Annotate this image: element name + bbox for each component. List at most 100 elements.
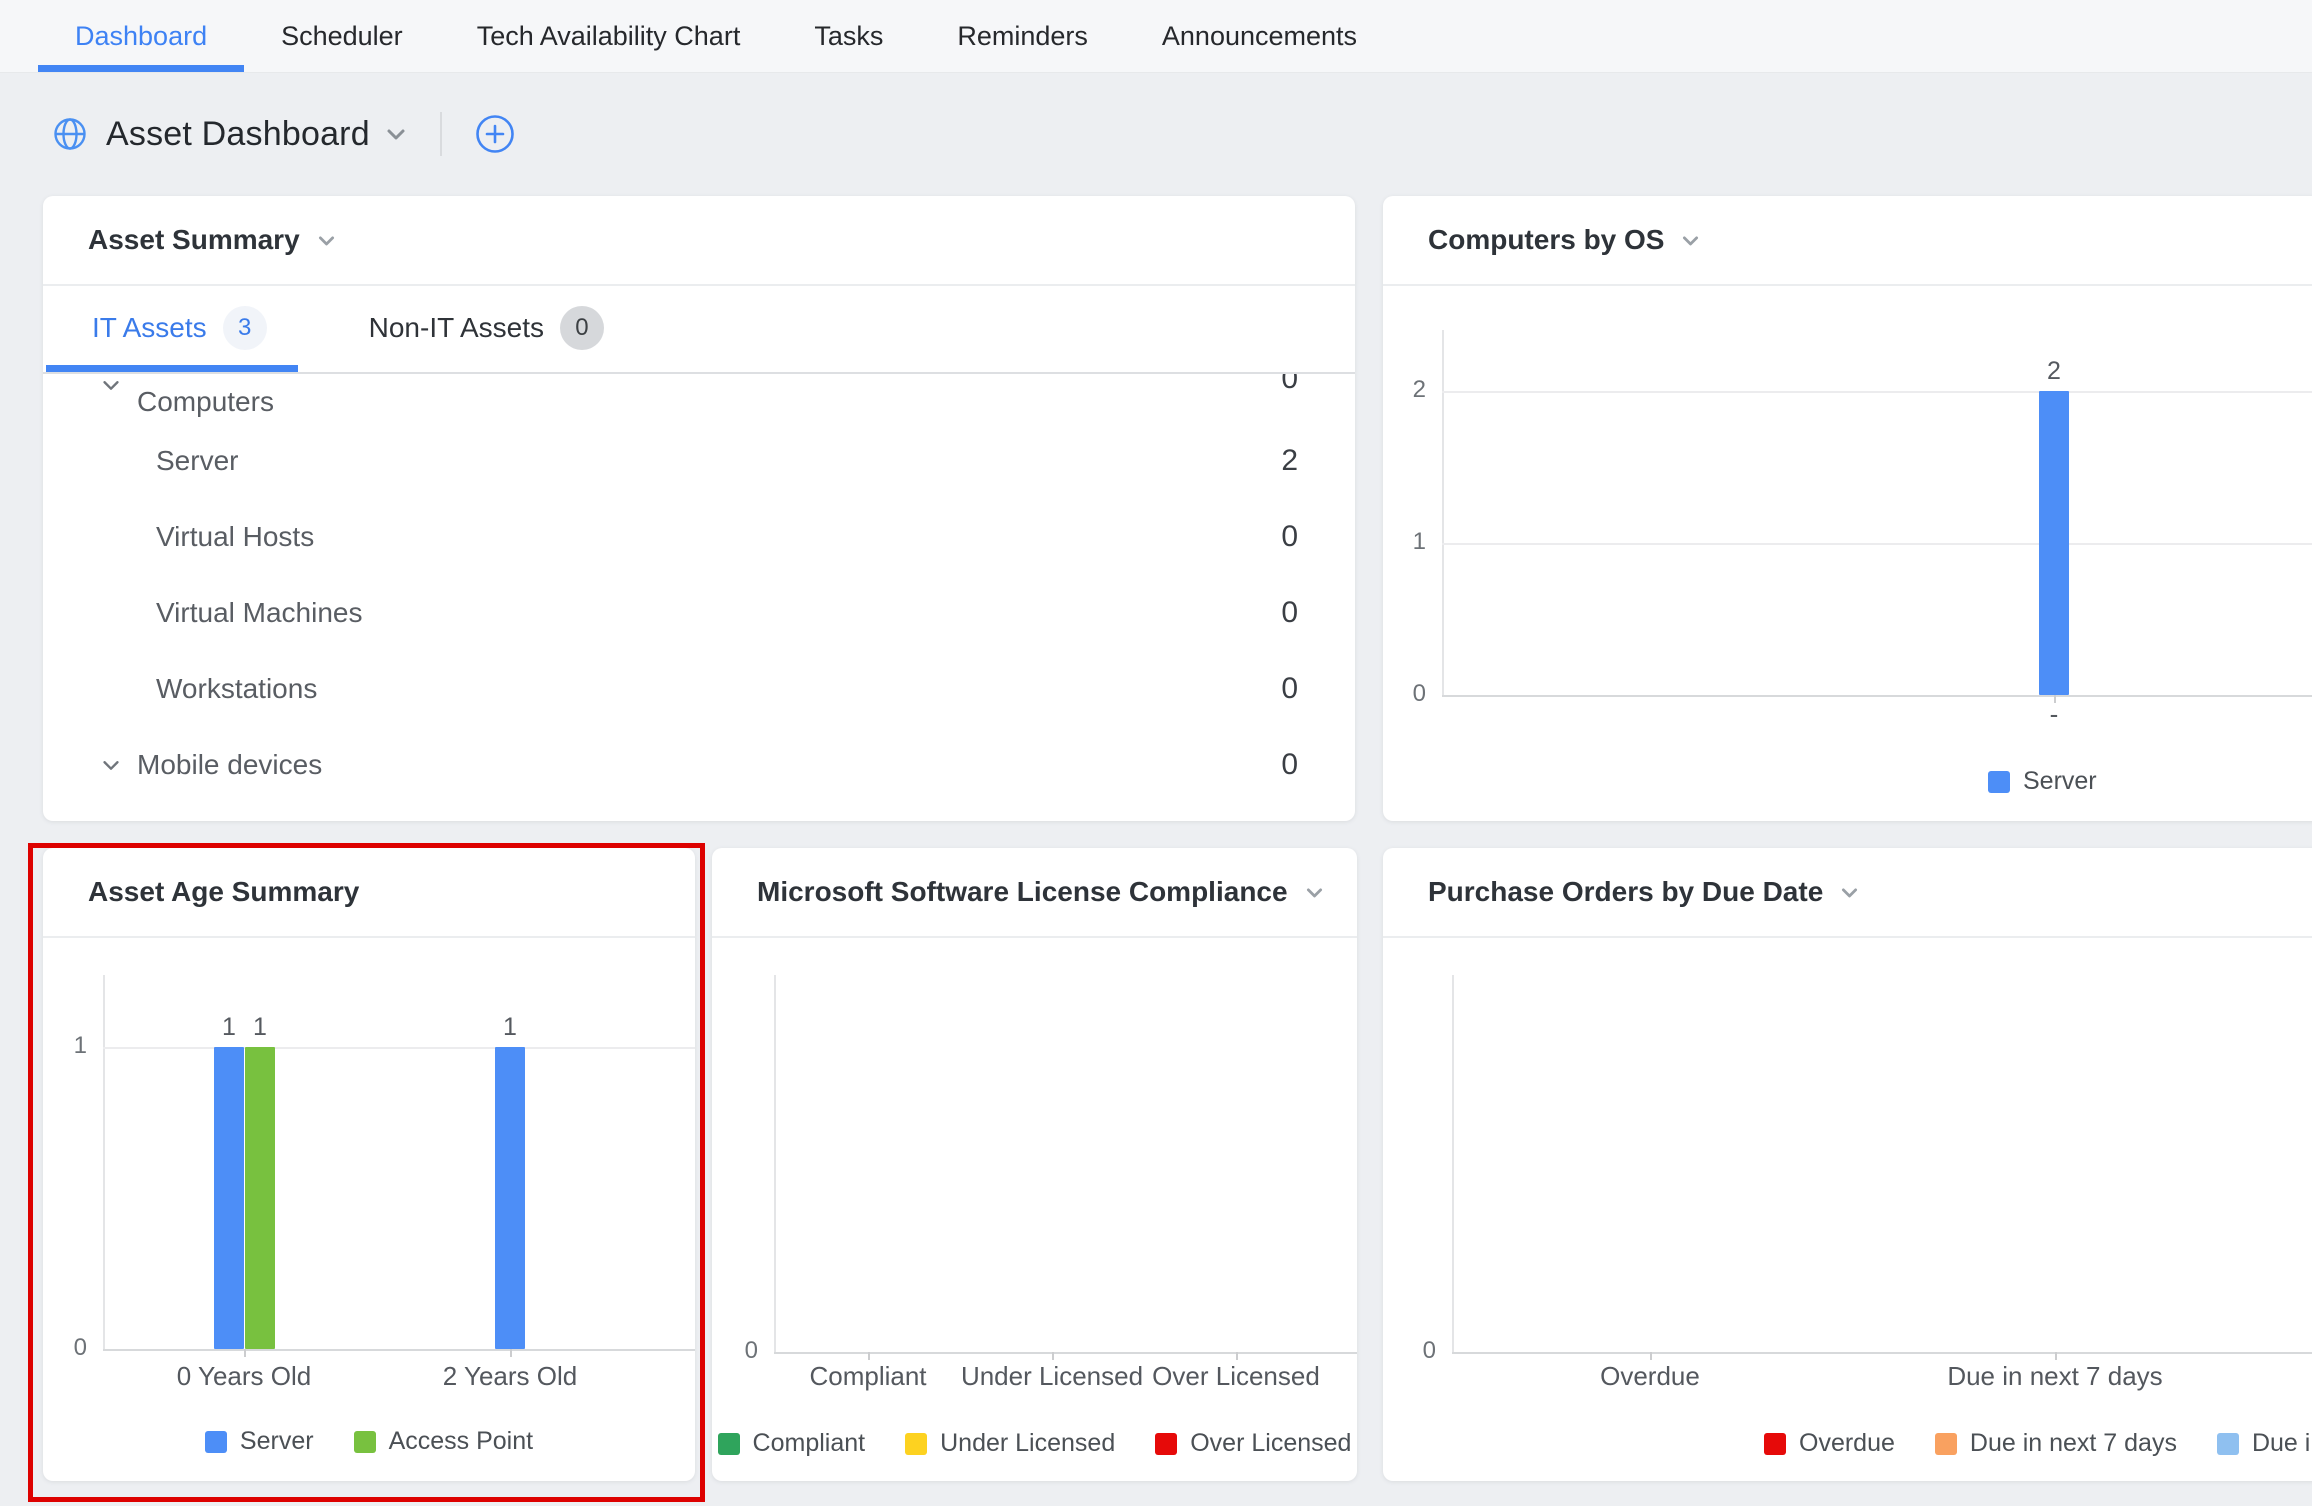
legend-item-due-in-next-7-days[interactable]: Due in next 7 days [1935,1429,2177,1458]
nav-tab-tech-availability-chart[interactable]: Tech Availability Chart [440,0,778,72]
legend-swatch [354,1431,376,1453]
y-axis-line [774,975,776,1352]
legend-swatch [718,1433,740,1455]
card-title: Microsoft Software License Compliance [757,876,1288,908]
legend-item-over-licensed[interactable]: Over Licensed [1155,1429,1351,1458]
chevron-down-icon[interactable] [316,230,337,251]
computers-by-os-header: Computers by OS [1383,196,2312,286]
legend-item-server[interactable]: Server [205,1427,314,1456]
y-tick-label: 1 [43,1032,87,1060]
legend-item-compliant[interactable]: Compliant [718,1429,866,1458]
legend-label: Under Licensed [940,1429,1115,1458]
chevron-down-icon[interactable] [1839,882,1860,903]
asset-tree: Computers 0 Server 2 Virtual Hosts 0 Vir… [43,374,1355,817]
x-category-label: Over Licensed [1086,1361,1357,1392]
x-tick-mark [244,1349,246,1357]
bar-access-point[interactable] [245,1047,275,1349]
collapse-chevron-icon[interactable] [100,754,122,776]
legend-label: Server [240,1427,314,1456]
card-title: Purchase Orders by Due Date [1428,876,1823,908]
tree-value: 2 [1281,444,1298,478]
tab-label: IT Assets [92,312,207,344]
tab-label: Non-IT Assets [369,312,544,344]
chevron-down-icon [384,122,408,146]
x-category-label: - [1904,699,2204,730]
tree-row-workstations[interactable]: Workstations 0 [100,651,1298,727]
nav-tab-reminders[interactable]: Reminders [920,0,1125,72]
ms-license-chart: 0CompliantUnder LicensedOver LicensedCom… [712,937,1357,1481]
x-tick-mark [510,1349,512,1357]
legend-swatch [905,1433,927,1455]
chevron-down-icon[interactable] [1680,230,1701,251]
y-tick-label: 0 [1383,1337,1436,1365]
gridline [103,1047,695,1049]
legend-swatch [1988,771,2010,793]
tree-label: Computers [137,386,274,418]
count-badge: 0 [560,306,604,350]
tree-row-server[interactable]: Server 2 [100,423,1298,499]
bar-server[interactable] [2039,391,2069,695]
tree-row-virtual-hosts[interactable]: Virtual Hosts 0 [100,499,1298,575]
tree-value: 0 [1281,672,1298,706]
ms-license-compliance-card: Microsoft Software License Compliance 0C… [712,848,1357,1481]
computers-by-os-card: Computers by OS 0122-Server [1383,196,2312,821]
globe-icon [52,116,88,152]
legend-label: Compliant [753,1429,866,1458]
y-tick-label: 1 [1383,528,1426,556]
dashboard-selector-dropdown[interactable]: Asset Dashboard [106,115,408,154]
x-category-label: 0 Years Old [94,1361,394,1392]
legend-swatch [1935,1433,1957,1455]
legend-item-server[interactable]: Server [1988,767,2097,796]
legend-swatch [2217,1433,2239,1455]
asset-age-summary-chart: 011110 Years Old2 Years OldServerAccess … [43,937,695,1481]
legend-item-overdue[interactable]: Overdue [1764,1429,1895,1458]
tree-label: Virtual Hosts [156,521,314,553]
chart-legend: Compliant Under Licensed Over Licensed [712,1429,1357,1458]
gridline [1442,391,2312,393]
asset-summary-tabs: IT Assets 3 Non-IT Assets 0 [43,284,1355,374]
computers-by-os-chart: 0122-Server [1383,285,2312,821]
x-axis-baseline [1442,695,2312,697]
bar-server[interactable] [214,1047,244,1349]
bar-value-label: 1 [220,1013,300,1042]
tree-row-virtual-machines[interactable]: Virtual Machines 0 [100,575,1298,651]
tab-it-assets[interactable]: IT Assets 3 [88,306,271,350]
nav-tab-tasks[interactable]: Tasks [777,0,920,72]
bar-server[interactable] [495,1047,525,1349]
x-tick-mark [1052,1352,1054,1360]
gridline [1442,543,2312,545]
asset-summary-card: Asset Summary IT Assets 3 Non-IT Assets … [43,196,1355,821]
nav-tab-scheduler[interactable]: Scheduler [244,0,440,72]
header-divider [440,112,442,156]
bar-value-label: 1 [470,1013,550,1042]
collapse-chevron-icon[interactable] [100,374,122,396]
legend-item-due-in-next-30-days[interactable]: Due in next 30 days [2217,1429,2312,1458]
chart-legend: Overdue Due in next 7 days Due in next 30 … [1764,1429,2312,1458]
tree-value: 0 [1281,596,1298,630]
nav-tab-dashboard[interactable]: Dashboard [38,0,244,72]
y-tick-label: 0 [1383,680,1426,708]
legend-label: Server [2023,767,2097,796]
add-dashboard-button[interactable] [474,113,516,155]
legend-label: Due in next 7 days [1970,1429,2177,1458]
x-axis-baseline [774,1352,1357,1354]
legend-item-under-licensed[interactable]: Under Licensed [905,1429,1115,1458]
tree-label: Mobile devices [137,749,322,781]
tab-non-it-assets[interactable]: Non-IT Assets 0 [365,306,608,350]
top-nav: Dashboard Scheduler Tech Availability Ch… [0,0,2312,73]
tree-row-computers[interactable]: Computers 0 [100,374,1298,423]
asset-age-summary-card: Asset Age Summary 011110 Years Old2 Year… [43,848,695,1481]
legend-swatch [205,1431,227,1453]
purchase-orders-card: Purchase Orders by Due Date 0 Overdue Due … [1383,848,2312,1481]
y-axis-line [1452,975,1454,1352]
tree-row-mobile-devices[interactable]: Mobile devices 0 [100,727,1298,803]
nav-tab-announcements[interactable]: Announcements [1125,0,1394,72]
chevron-down-icon[interactable] [1304,882,1325,903]
tree-label: Virtual Machines [156,597,362,629]
x-axis-baseline [103,1349,695,1351]
x-tick-mark [1236,1352,1238,1360]
tree-label: Workstations [156,673,317,705]
legend-item-access-point[interactable]: Access Point [354,1427,534,1456]
card-title: Asset Summary [88,224,300,256]
count-badge: 3 [223,306,267,350]
